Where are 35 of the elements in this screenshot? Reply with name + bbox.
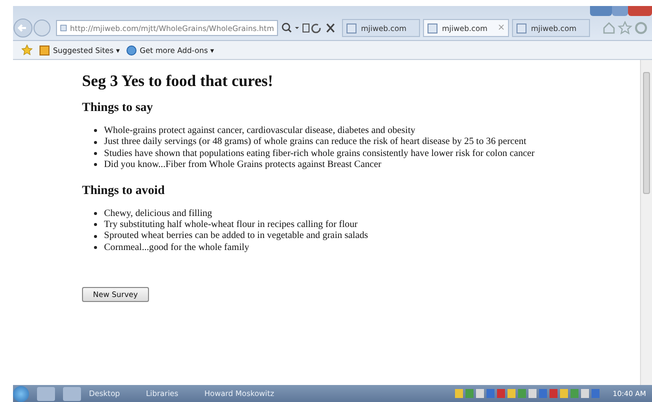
page-icon — [427, 22, 438, 34]
sites-icon — [39, 44, 50, 56]
page-title: Seg 3 Yes to food that cures! — [82, 73, 274, 91]
start-button[interactable] — [13, 386, 29, 402]
list-item: Studies have shown that populations eating fiber-rich whole grains consistently have lower risk for colon cancer — [104, 148, 535, 160]
section-heading: Things to say — [82, 100, 154, 115]
page-icon — [346, 22, 357, 34]
close-button[interactable] — [628, 6, 652, 16]
scrollbar[interactable] — [640, 60, 652, 385]
list-item: Just three daily servings (or 48 grams) of whole grains can reduce the risk of heart disease by 25 to 36 percent — [104, 136, 526, 148]
list-item: Did you know...Fiber from Whole Grains protects against Breast Cancer — [104, 159, 382, 171]
bullet-icon — [94, 212, 97, 215]
bullet-icon — [94, 163, 97, 166]
bullet-icon — [94, 246, 97, 250]
taskbar-app-icon[interactable] — [63, 386, 81, 400]
page-icon — [60, 23, 68, 33]
minimize-button[interactable] — [590, 6, 612, 16]
bullet-icon — [94, 234, 97, 238]
maximize-button[interactable] — [612, 6, 628, 16]
list-item: Cornmeal...good for the whole family — [104, 242, 250, 254]
home-favorites-settings-icon[interactable] — [602, 21, 648, 35]
addons-icon — [126, 44, 137, 56]
bullet-icon — [94, 140, 97, 144]
taskbar-app-icon[interactable] — [37, 386, 55, 400]
bullet-icon — [94, 223, 97, 226]
section-heading: Things to avoid — [82, 182, 166, 198]
list-item: Chewy, delicious and filling — [104, 208, 212, 220]
list-item: Try substituting half whole-wheat flour in recipes calling for flour — [104, 219, 358, 230]
list-item: Sprouted wheat berries can be added to in vegetable and grain salads — [104, 230, 368, 242]
back-forward-icon[interactable] — [13, 18, 53, 38]
favorites-star-icon[interactable] — [21, 44, 33, 56]
page-icon — [516, 22, 527, 34]
bullet-icon — [94, 129, 97, 132]
list-item: Whole-grains protect against cancer, cardiovascular disease, diabetes and obesity — [104, 125, 416, 136]
bullet-icon — [94, 152, 97, 156]
